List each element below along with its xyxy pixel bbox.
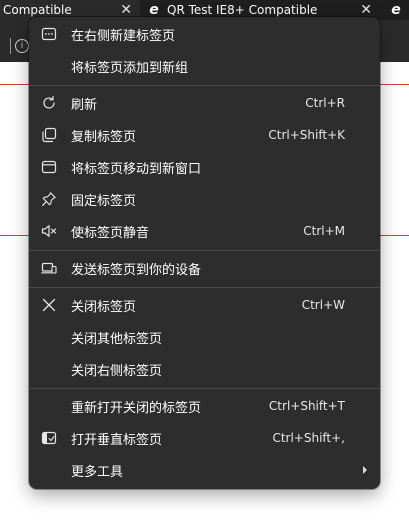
menu-item-label: 使标签页静音 (71, 225, 150, 241)
menu-item-label: 在右侧新建标签页 (71, 28, 176, 44)
close-icon (41, 297, 57, 313)
edge-icon: e (391, 2, 401, 18)
refresh-icon (41, 95, 57, 111)
menu-item-label: 将标签页移动到新窗口 (71, 161, 202, 177)
menu-item-send-to-devices[interactable]: 发送标签页到你的设备 (29, 253, 380, 283)
new-window-icon (41, 159, 57, 175)
menu-separator (29, 388, 380, 389)
shortcut-text: Ctrl+Shift+K (268, 128, 345, 142)
site-info-icon[interactable]: i (15, 39, 29, 53)
menu-item-move-to-new-window[interactable]: 将标签页移动到新窗口 (29, 152, 380, 182)
shortcut-text: Ctrl+Shift+T (268, 399, 345, 413)
menu-item-refresh[interactable]: 刷新 Ctrl+R (29, 88, 380, 118)
menu-item-label: 将标签页添加到新组 (71, 60, 189, 76)
shortcut-text: Ctrl+M (303, 224, 345, 238)
close-tab-icon[interactable]: ✕ (360, 2, 372, 18)
edge-icon: e (149, 2, 159, 18)
shortcut-text: Ctrl+Shift+, (272, 431, 345, 445)
pin-icon (41, 191, 57, 207)
menu-separator (29, 287, 380, 288)
menu-item-mute-tab[interactable]: 使标签页静音 Ctrl+M (29, 216, 380, 246)
menu-item-new-tab-right[interactable]: 在右侧新建标签页 (29, 19, 380, 49)
menu-item-label: 关闭其他标签页 (71, 331, 163, 347)
shortcut-text: Ctrl+W (301, 298, 345, 312)
menu-item-label: 固定标签页 (71, 193, 137, 209)
menu-item-label: 重新打开关闭的标签页 (71, 400, 202, 416)
mute-icon (41, 223, 57, 239)
menu-item-pin-tab[interactable]: 固定标签页 (29, 184, 380, 214)
menu-item-label: 关闭标签页 (71, 299, 137, 315)
menu-item-label: 打开垂直标签页 (71, 432, 163, 448)
menu-item-close-tab[interactable]: 关闭标签页 Ctrl+W (29, 290, 380, 320)
menu-item-label: 更多工具 (71, 464, 124, 480)
tab-context-menu: 在右侧新建标签页 将标签页添加到新组 刷新 Ctrl+R 复制标签页 Ctrl+… (29, 17, 380, 489)
menu-separator (29, 85, 380, 86)
menu-item-label: 发送标签页到你的设备 (71, 262, 202, 278)
toolbar-divider (10, 38, 11, 54)
menu-item-close-tabs-right[interactable]: 关闭右侧标签页 (29, 354, 380, 384)
menu-item-more-tools[interactable]: 更多工具 (29, 455, 380, 485)
menu-item-duplicate-tab[interactable]: 复制标签页 Ctrl+Shift+K (29, 120, 380, 150)
send-to-devices-icon (41, 260, 57, 276)
close-tab-icon[interactable]: ✕ (120, 2, 132, 18)
vertical-tabs-icon (41, 430, 57, 446)
menu-item-label: 复制标签页 (71, 129, 137, 145)
chevron-right-icon (363, 466, 367, 474)
menu-item-label: 刷新 (71, 97, 98, 113)
new-tab-right-icon (41, 26, 57, 42)
tab-title: QR Test IE8+ Compatible (167, 3, 318, 17)
shortcut-text: Ctrl+R (305, 96, 345, 110)
menu-item-reopen-closed-tab[interactable]: 重新打开关闭的标签页 Ctrl+Shift+T (29, 391, 380, 421)
menu-item-vertical-tabs[interactable]: 打开垂直标签页 Ctrl+Shift+, (29, 423, 380, 453)
menu-item-add-to-group[interactable]: 将标签页添加到新组 (29, 51, 380, 81)
tab-title: Compatible (3, 3, 72, 17)
menu-separator (29, 250, 380, 251)
duplicate-tab-icon (41, 127, 57, 143)
menu-item-label: 关闭右侧标签页 (71, 363, 163, 379)
tab-partial[interactable]: e (384, 0, 409, 20)
menu-item-close-other-tabs[interactable]: 关闭其他标签页 (29, 322, 380, 352)
